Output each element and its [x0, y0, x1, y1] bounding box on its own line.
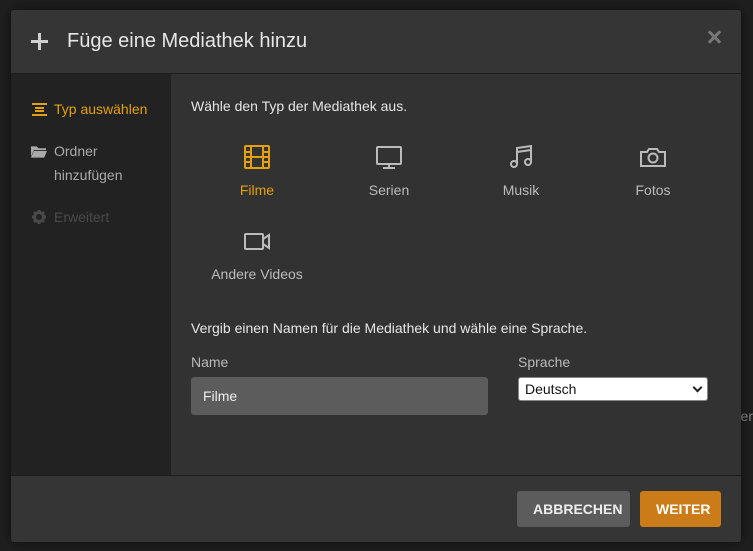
name-column: Name — [191, 354, 488, 415]
cancel-button[interactable]: ABBRECHEN — [517, 491, 630, 527]
type-option-label: Musik — [502, 182, 540, 198]
gear-icon — [31, 205, 47, 229]
type-option-label: Filme — [239, 182, 275, 198]
film-icon — [244, 145, 270, 169]
type-option-label: Andere Videos — [211, 266, 303, 282]
type-option-label: Serien — [368, 182, 410, 198]
type-option-music[interactable]: Musik — [455, 142, 587, 226]
music-icon — [510, 144, 532, 168]
type-option-label: Fotos — [635, 182, 671, 198]
plus-icon — [31, 32, 49, 51]
sidebar-item-select-type[interactable]: Typ auswählen — [11, 88, 171, 130]
video-camera-icon — [244, 233, 270, 250]
language-value: Deutsch — [525, 381, 577, 397]
wizard-sidebar: Typ auswählen Ordner hinzufügen Erweiter… — [11, 74, 171, 475]
sidebar-item-add-folders[interactable]: Ordner hinzufügen — [11, 130, 171, 196]
name-prompt: Vergib einen Namen für die Mediathek und… — [191, 320, 588, 336]
sidebar-item-label: Erweitert — [54, 209, 110, 225]
list-icon — [31, 97, 47, 121]
type-option-photos[interactable]: Fotos — [587, 142, 719, 226]
type-option-movies[interactable]: Filme — [191, 142, 323, 226]
dialog-body: Typ auswählen Ordner hinzufügen Erweiter… — [11, 74, 741, 475]
type-prompt: Wähle den Typ der Mediathek aus. — [191, 98, 408, 114]
dialog-title: Füge eine Mediathek hinzu — [67, 30, 308, 52]
library-name-input[interactable] — [191, 377, 488, 415]
next-button[interactable]: WEITER — [640, 491, 721, 527]
close-icon[interactable] — [707, 30, 721, 44]
dialog-header: Füge eine Mediathek hinzu — [11, 10, 741, 74]
library-form: Name Sprache Deutsch — [191, 354, 721, 415]
type-option-other-videos[interactable]: Andere Videos — [191, 226, 323, 310]
sidebar-item-advanced: Erweitert — [11, 196, 171, 238]
wizard-content: Wähle den Typ der Mediathek aus. Filme S… — [171, 74, 741, 475]
background-text: er — [740, 408, 753, 424]
library-type-grid: Filme Serien Musik Fotos Andere Videos — [191, 142, 721, 310]
language-label: Sprache — [518, 354, 571, 370]
language-column: Sprache Deutsch — [518, 354, 708, 415]
camera-icon — [640, 148, 666, 167]
language-select[interactable]: Deutsch — [518, 377, 708, 401]
folder-icon — [31, 139, 47, 163]
chevron-down-icon — [692, 382, 703, 392]
add-library-dialog: Füge eine Mediathek hinzu Typ auswählen … — [11, 10, 741, 542]
sidebar-item-label: Ordner hinzufügen — [54, 143, 123, 183]
dialog-footer: ABBRECHEN WEITER — [11, 475, 741, 542]
type-option-series[interactable]: Serien — [323, 142, 455, 226]
name-label: Name — [191, 354, 229, 370]
sidebar-item-label: Typ auswählen — [54, 101, 148, 117]
tv-icon — [376, 146, 402, 169]
